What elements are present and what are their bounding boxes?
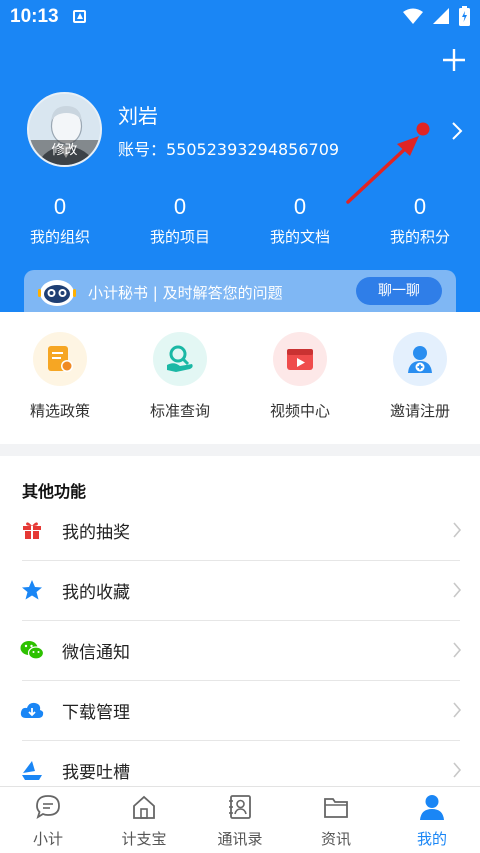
chevron-right-icon xyxy=(453,642,462,658)
gift-icon xyxy=(23,522,41,539)
folder-icon xyxy=(324,798,348,818)
user-name: 刘岩 xyxy=(118,104,158,128)
policy-icon xyxy=(48,346,73,372)
account-number: 55052393294856709 xyxy=(166,140,340,159)
assistant-banner[interactable]: 小计秘书 | 及时解答您的问题 聊一聊 xyxy=(24,270,456,314)
nav-item-xiaoji[interactable]: 小计 xyxy=(0,787,96,853)
feedback-icon xyxy=(22,761,42,780)
quick-icon-bg xyxy=(153,332,207,386)
stat-points[interactable]: 0 我的积分 xyxy=(360,192,480,247)
signal-icon xyxy=(433,8,449,24)
battery-icon xyxy=(459,6,470,26)
profile-header: 10:13 修改 刘岩 账号：55052393294856709 0 我的组织 … xyxy=(0,0,480,314)
chevron-right-icon[interactable] xyxy=(450,120,464,142)
chevron-right-icon xyxy=(453,522,462,538)
quick-label: 视频中心 xyxy=(269,402,330,420)
row-icon-wrap xyxy=(20,698,44,722)
menu-item-label: 我要吐槽 xyxy=(62,762,130,783)
quick-item-video[interactable]: 视频中心 xyxy=(240,312,360,444)
quick-label: 标准查询 xyxy=(149,402,210,420)
stat-documents[interactable]: 0 我的文档 xyxy=(240,192,360,247)
add-icon[interactable] xyxy=(440,46,468,74)
assistant-text: 小计秘书 | 及时解答您的问题 xyxy=(88,283,283,302)
contacts-icon xyxy=(229,795,251,819)
wechat-icon xyxy=(20,641,44,660)
menu-item-lottery[interactable]: 我的抽奖 xyxy=(0,500,480,560)
nav-label: 计支宝 xyxy=(121,830,167,848)
chevron-right-icon xyxy=(453,582,462,598)
bottom-nav: 小计 计支宝 通讯录 资讯 我的 xyxy=(0,786,480,853)
standard-search-icon xyxy=(167,345,193,372)
nav-label: 我的 xyxy=(416,830,447,848)
star-icon xyxy=(22,580,42,600)
wifi-icon xyxy=(403,8,423,24)
quick-icon-bg xyxy=(393,332,447,386)
invite-user-icon xyxy=(408,346,432,373)
nav-item-jizhibao[interactable]: 计支宝 xyxy=(96,787,192,853)
row-icon-wrap xyxy=(20,518,44,542)
menu-item-downloads[interactable]: 下载管理 xyxy=(0,680,480,740)
notification-icon xyxy=(73,10,86,23)
stat-label: 我的项目 xyxy=(149,228,210,246)
chat-bubble-icon xyxy=(36,795,60,819)
profile-screen: 10:13 修改 刘岩 账号：55052393294856709 0 我的组织 … xyxy=(0,0,480,853)
system-icons xyxy=(403,6,470,26)
chevron-right-icon xyxy=(453,762,462,778)
quick-icon-bg xyxy=(273,332,327,386)
avatar-edit-label[interactable]: 修改 xyxy=(29,140,100,165)
stat-value: 0 xyxy=(293,194,307,219)
menu-item-label: 下载管理 xyxy=(62,702,130,723)
nav-item-news[interactable]: 资讯 xyxy=(288,787,384,853)
stat-label: 我的文档 xyxy=(269,228,330,246)
stat-organizations[interactable]: 0 我的组织 xyxy=(0,192,120,247)
video-icon xyxy=(287,349,313,370)
quick-icon-bg xyxy=(33,332,87,386)
nav-label: 小计 xyxy=(32,830,63,848)
stat-label: 我的组织 xyxy=(29,228,90,246)
menu-item-label: 微信通知 xyxy=(62,642,130,663)
nav-item-contacts[interactable]: 通讯录 xyxy=(192,787,288,853)
avatar[interactable]: 修改 xyxy=(27,92,102,167)
quick-actions: 精选政策 标准查询 视频中心 邀请注册 xyxy=(0,312,480,444)
menu-item-wechat-notify[interactable]: 微信通知 xyxy=(0,620,480,680)
nav-label: 通讯录 xyxy=(217,830,263,848)
chat-button[interactable]: 聊一聊 xyxy=(356,277,442,305)
nav-item-mine[interactable]: 我的 xyxy=(384,787,480,853)
robot-icon xyxy=(38,280,76,306)
section-title: 其他功能 xyxy=(22,482,87,501)
menu-item-label: 我的抽奖 xyxy=(62,522,130,543)
menu-item-favorites[interactable]: 我的收藏 xyxy=(0,560,480,620)
stats-row: 0 我的组织 0 我的项目 0 我的文档 0 我的积分 xyxy=(0,192,480,247)
account-label: 账号： xyxy=(118,140,167,159)
chevron-right-icon xyxy=(453,702,462,718)
quick-item-standard-search[interactable]: 标准查询 xyxy=(120,312,240,444)
status-time: 10:13 xyxy=(10,6,59,27)
quick-label: 精选政策 xyxy=(29,402,90,420)
nav-label: 资讯 xyxy=(320,830,351,848)
row-icon-wrap xyxy=(20,578,44,602)
menu-item-label: 我的收藏 xyxy=(62,582,130,603)
quick-item-invite[interactable]: 邀请注册 xyxy=(360,312,480,444)
status-bar: 10:13 xyxy=(0,0,480,34)
home-icon xyxy=(133,795,155,819)
stat-value: 0 xyxy=(173,194,187,219)
quick-label: 邀请注册 xyxy=(389,402,450,420)
cloud-download-icon xyxy=(20,702,44,718)
stat-value: 0 xyxy=(413,194,427,219)
account-line: 账号：55052393294856709 xyxy=(118,136,339,160)
stat-value: 0 xyxy=(53,194,67,219)
row-icon-wrap xyxy=(20,638,44,662)
row-icon-wrap xyxy=(20,758,44,782)
stat-projects[interactable]: 0 我的项目 xyxy=(120,192,240,247)
quick-item-policy[interactable]: 精选政策 xyxy=(0,312,120,444)
other-functions-section: 其他功能 我的抽奖 我的收藏 微信通知 下载管理 我要吐槽 xyxy=(0,456,480,786)
stat-label: 我的积分 xyxy=(389,228,450,246)
person-icon xyxy=(420,795,444,820)
